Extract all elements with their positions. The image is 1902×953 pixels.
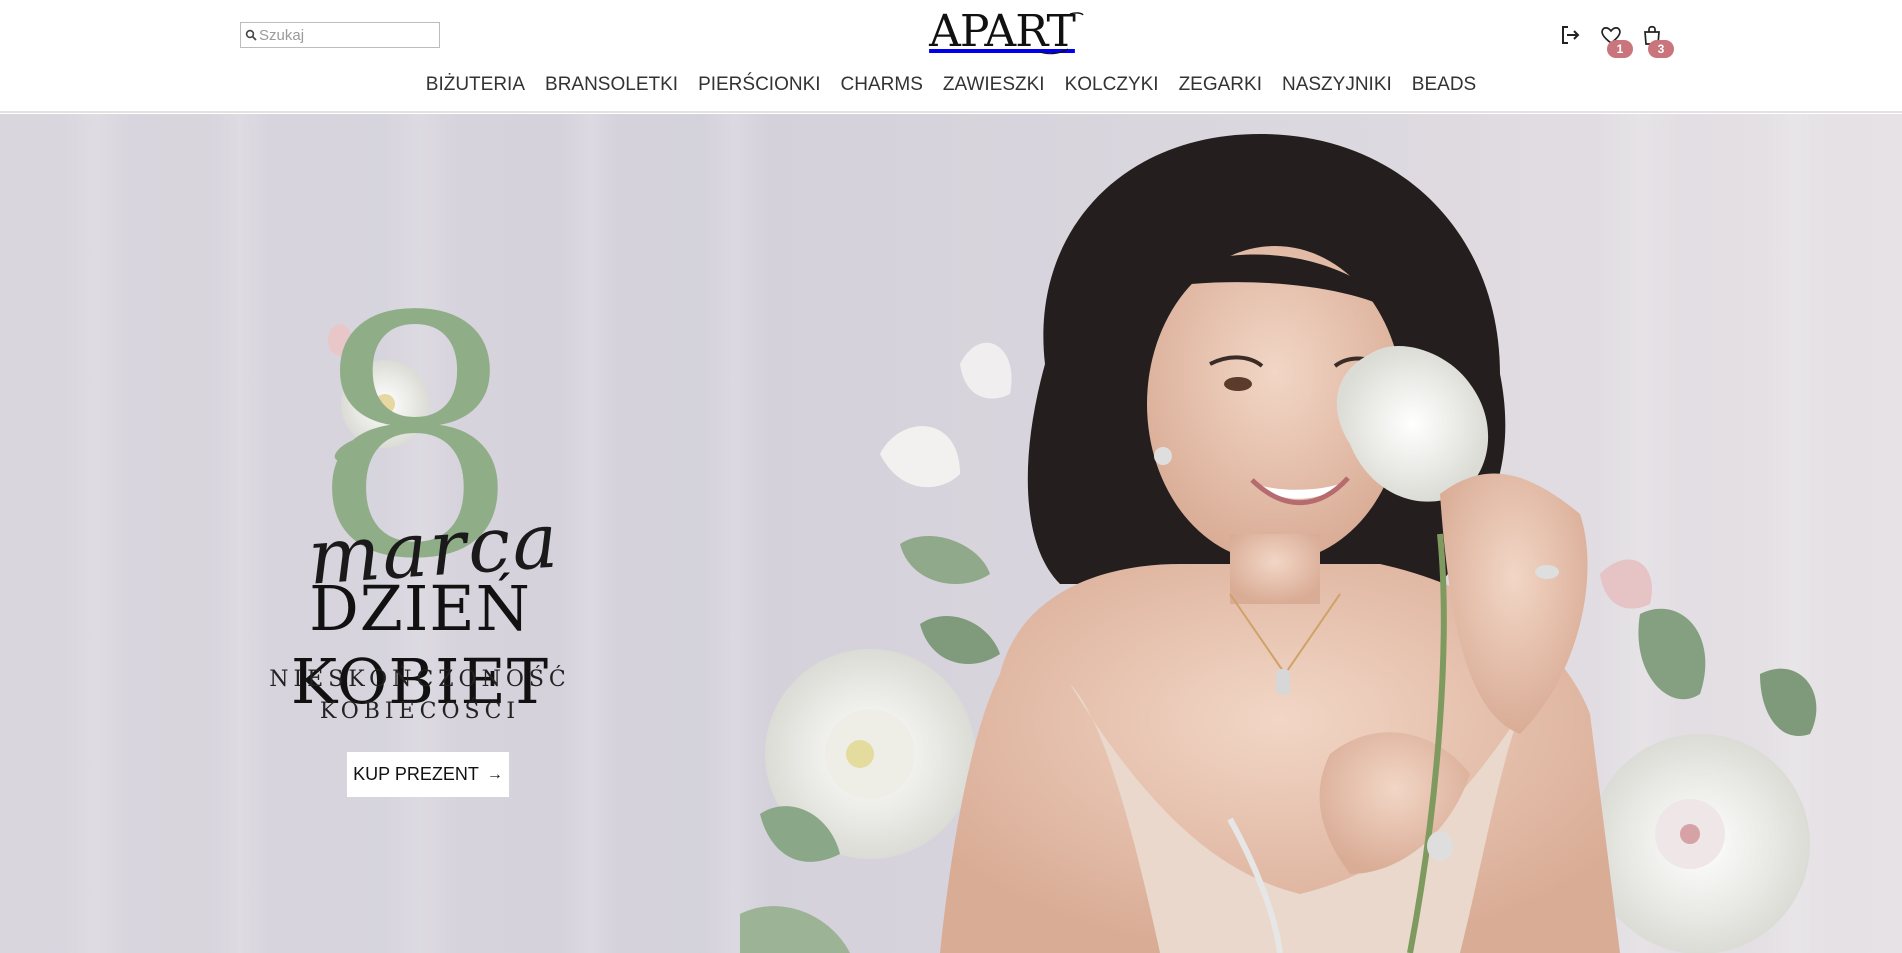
- nav-item-pierscionki[interactable]: PIERŚCIONKI: [688, 73, 830, 103]
- search-input[interactable]: [257, 26, 429, 44]
- hero-banner[interactable]: 8 marca DZIEŃ KOBIET NIESKOŃCZONOŚĆ KOBI…: [0, 114, 1902, 953]
- logo-swash: [1039, 12, 1084, 55]
- header-icons: 1 3: [1555, 20, 1685, 66]
- arrow-right-icon: →: [486, 765, 503, 783]
- buy-gift-button-label: KUP PREZENT: [353, 764, 479, 784]
- search-icon: [245, 29, 257, 41]
- nav-item-bransoletki[interactable]: BRANSOLETKI: [535, 73, 688, 103]
- wishlist-count-badge: 1: [1607, 40, 1633, 58]
- search-box[interactable]: [240, 22, 440, 48]
- site-header: APART 1 3 BIŻUTERIA: [0, 0, 1902, 113]
- logout-icon[interactable]: [1555, 20, 1585, 50]
- nav-item-zegarki[interactable]: ZEGARKI: [1169, 73, 1272, 103]
- hero-subheadline: NIESKOŃCZONOŚĆ KOBIECOŚCI: [180, 664, 660, 728]
- nav-item-charms[interactable]: CHARMS: [831, 73, 933, 103]
- nav-item-naszyjniki[interactable]: NASZYJNIKI: [1272, 73, 1402, 103]
- nav-item-bizuteria[interactable]: BIŻUTERIA: [416, 73, 535, 103]
- nav-item-zawieszki[interactable]: ZAWIESZKI: [933, 73, 1055, 103]
- hero-subheadline-line-2: KOBIECOŚCI: [319, 699, 521, 724]
- hero-subheadline-line-1: NIESKOŃCZONOŚĆ: [269, 667, 571, 692]
- nav-item-beads[interactable]: BEADS: [1402, 73, 1486, 103]
- nav-item-kolczyki[interactable]: KOLCZYKI: [1055, 73, 1169, 103]
- cart-count-badge: 3: [1648, 40, 1674, 58]
- apart-logo[interactable]: APART: [920, 8, 1084, 56]
- buy-gift-button[interactable]: KUP PREZENT →: [347, 752, 509, 797]
- main-nav: BIŻUTERIA BRANSOLETKI PIERŚCIONKI CHARMS…: [0, 73, 1902, 103]
- hero-copy: 8 marca DZIEŃ KOBIET NIESKOŃCZONOŚĆ KOBI…: [180, 274, 680, 754]
